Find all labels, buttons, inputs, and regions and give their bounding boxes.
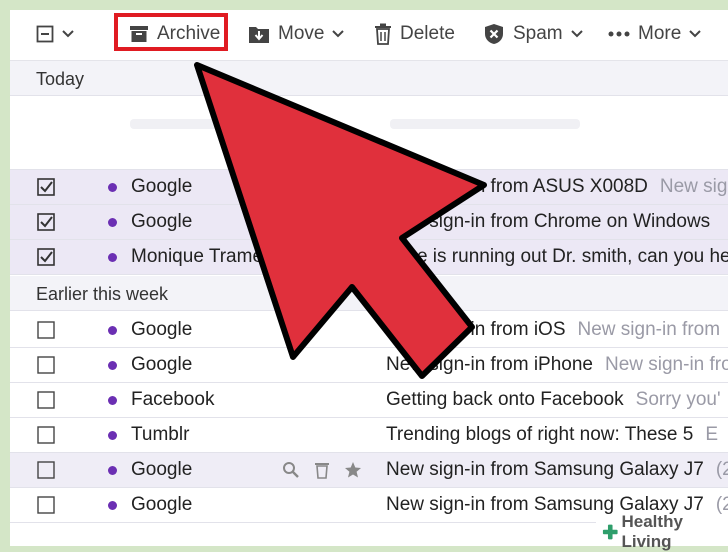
email-subject-line: New sign-in from iOS New sign-in from bbox=[386, 319, 720, 341]
email-row[interactable]: Facebook Getting back onto Facebook Sorry… bbox=[10, 383, 728, 418]
toolbar: Archive Move Delete bbox=[10, 10, 728, 61]
more-button[interactable]: More bbox=[608, 20, 701, 48]
email-snippet: Sorry you' bbox=[636, 389, 721, 410]
email-subject-line: New sign-in from iPhone New sign-in from bbox=[386, 354, 728, 376]
move-folder-icon bbox=[248, 24, 270, 44]
email-subject-line: New sign-in from Chrome on Windows bbox=[386, 211, 722, 233]
section-header-earlier: Earlier this week bbox=[10, 276, 728, 311]
email-sender: Monique Tramel bbox=[131, 246, 267, 268]
email-subject: New sign-in from Chrome on Windows bbox=[386, 211, 710, 232]
email-snippet: New sign-in from bbox=[605, 354, 728, 375]
chevron-down-icon bbox=[571, 30, 583, 38]
email-subject: Getting back onto Facebook bbox=[386, 389, 624, 410]
email-subject: New sign-in from iPhone bbox=[386, 354, 593, 375]
checkbox-icon[interactable] bbox=[37, 356, 55, 374]
delete-label: Delete bbox=[400, 23, 455, 45]
unread-dot bbox=[108, 431, 117, 440]
row-hover-actions bbox=[282, 461, 362, 479]
email-snippet: E bbox=[705, 424, 718, 445]
email-sender: Google bbox=[131, 176, 192, 198]
email-row[interactable]: Tumblr Trending blogs of right now: Thes… bbox=[10, 418, 728, 453]
mail-window: Archive Move Delete bbox=[10, 10, 728, 546]
email-sender: Tumblr bbox=[131, 424, 189, 446]
trash-icon[interactable] bbox=[314, 461, 330, 479]
email-subject: New sign-in from iOS bbox=[386, 319, 566, 340]
spam-label: Spam bbox=[513, 23, 563, 45]
search-icon[interactable] bbox=[282, 461, 300, 479]
email-row[interactable]: Google New sign-in from Samsung Galaxy J… bbox=[10, 453, 728, 488]
email-snippet: New sign-in from bbox=[578, 319, 721, 340]
email-subject: Time is running out Dr. smith, can you h… bbox=[386, 246, 728, 267]
email-sender: Facebook bbox=[131, 389, 214, 411]
unread-dot bbox=[108, 361, 117, 370]
email-row[interactable]: Google New sign-in from ASUS X008DNew si… bbox=[10, 170, 728, 205]
email-sender: Google bbox=[131, 319, 192, 341]
checkbox-icon[interactable] bbox=[37, 391, 55, 409]
email-subject-line: Getting back onto Facebook Sorry you' bbox=[386, 389, 721, 411]
more-label: More bbox=[638, 23, 681, 45]
email-row[interactable]: Google New sign-in from iPhoneNew sign-i… bbox=[10, 348, 728, 383]
unread-dot bbox=[108, 396, 117, 405]
checked-checkbox-icon[interactable] bbox=[37, 248, 55, 266]
blurred-ad-row bbox=[10, 97, 728, 170]
email-subject-line: Trending blogs of right now: These 5 E bbox=[386, 424, 718, 446]
archive-highlight-box bbox=[114, 13, 228, 51]
email-snippet: (2 bbox=[716, 459, 728, 480]
chevron-down-icon bbox=[332, 30, 344, 38]
more-dots-icon bbox=[608, 31, 630, 37]
move-button[interactable]: Move bbox=[248, 20, 344, 48]
section-title: Earlier this week bbox=[36, 284, 168, 305]
chevron-down-icon bbox=[689, 30, 701, 38]
chevron-down-icon bbox=[62, 30, 74, 38]
email-subject-line: Time is running out Dr. smith, can you h… bbox=[386, 246, 728, 268]
move-label: Move bbox=[278, 23, 324, 45]
checkbox-icon[interactable] bbox=[37, 461, 55, 479]
email-subject: Trending blogs of right now: These 5 bbox=[386, 424, 693, 445]
section-header-today: Today bbox=[10, 61, 728, 96]
plus-logo-icon bbox=[602, 523, 619, 541]
unread-dot bbox=[108, 501, 117, 510]
select-all-checkbox-icon bbox=[36, 25, 54, 43]
spam-button[interactable]: Spam bbox=[483, 20, 583, 48]
unread-dot bbox=[108, 183, 117, 192]
email-sender: Google bbox=[131, 354, 192, 376]
select-all-dropdown[interactable] bbox=[36, 20, 74, 48]
email-subject-line: New sign-in from Samsung Galaxy J7 (2 bbox=[386, 459, 728, 481]
section-title: Today bbox=[36, 69, 84, 90]
checked-checkbox-icon[interactable] bbox=[37, 178, 55, 196]
checkbox-icon[interactable] bbox=[37, 321, 55, 339]
email-subject-line: New sign-in from ASUS X008D New sign bbox=[386, 176, 728, 198]
trash-icon bbox=[374, 23, 392, 45]
watermark: Healthy Living bbox=[596, 518, 728, 546]
delete-button[interactable]: Delete bbox=[374, 20, 455, 48]
email-row[interactable]: Monique Tramel Time is running out Dr. s… bbox=[10, 240, 728, 275]
watermark-text: Healthy Living bbox=[622, 512, 728, 552]
unread-dot bbox=[108, 253, 117, 262]
unread-dot bbox=[108, 218, 117, 227]
email-sender: Google bbox=[131, 459, 192, 481]
email-row[interactable]: Google New sign-in from Chrome on Window… bbox=[10, 205, 728, 240]
checked-checkbox-icon[interactable] bbox=[37, 213, 55, 231]
star-icon[interactable] bbox=[344, 461, 362, 479]
email-subject: New sign-in from Samsung Galaxy J7 bbox=[386, 459, 704, 480]
email-snippet: New sign bbox=[660, 176, 728, 197]
checkbox-icon[interactable] bbox=[37, 426, 55, 444]
unread-dot bbox=[108, 466, 117, 475]
email-subject: New sign-in from ASUS X008D bbox=[386, 176, 648, 197]
spam-shield-icon bbox=[483, 23, 505, 45]
email-row[interactable]: Google New sign-in from iOSNew sign-in f… bbox=[10, 313, 728, 348]
unread-dot bbox=[108, 326, 117, 335]
checkbox-icon[interactable] bbox=[37, 496, 55, 514]
email-sender: Google bbox=[131, 494, 192, 516]
email-sender: Google bbox=[131, 211, 192, 233]
